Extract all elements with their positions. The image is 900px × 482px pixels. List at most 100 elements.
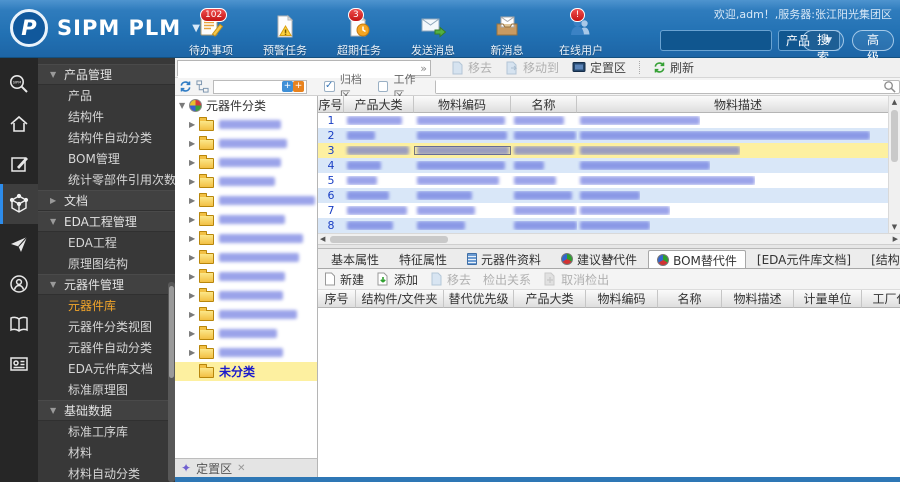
expand-arrow-icon[interactable]: ▶ (189, 177, 199, 186)
sidebar-item[interactable]: 产品 (38, 85, 175, 106)
tree-item[interactable]: ▶ (175, 324, 317, 343)
tree-search-input[interactable] (214, 81, 282, 92)
add-button[interactable]: 添加 (376, 271, 418, 288)
sidebar-item[interactable]: 标准工序库 (38, 421, 175, 442)
strip-book-icon[interactable] (0, 304, 38, 344)
tree-item[interactable]: ▶ (175, 343, 317, 362)
column-header[interactable]: 工厂代码 (862, 290, 900, 308)
strip-structure-icon[interactable] (0, 184, 38, 224)
expand-arrow-icon[interactable]: ▶ (189, 215, 199, 224)
strip-support-icon[interactable] (0, 264, 38, 304)
sidebar-scrollbar-thumb[interactable] (169, 286, 174, 378)
tree-item[interactable]: ▶ (175, 153, 317, 172)
table-row[interactable]: 7 (318, 203, 900, 218)
close-icon[interactable]: ✕ (237, 463, 245, 474)
expand-arrow-icon[interactable]: ▶ (189, 234, 199, 243)
expand-arrow-icon[interactable]: ▶ (189, 120, 199, 129)
sidebar-item[interactable]: ▼ 基础数据 (38, 400, 175, 421)
column-header[interactable]: 计量单位 (794, 290, 862, 308)
nav-item[interactable]: 发送消息 (404, 13, 462, 58)
sidebar-item[interactable]: EDA元件库文档 (38, 358, 175, 379)
table-row[interactable]: 8 (318, 218, 900, 233)
expand-arrow-icon[interactable]: ▶ (189, 196, 199, 205)
table-row[interactable]: 5 (318, 173, 900, 188)
nav-item[interactable]: 3 超期任务 (330, 8, 388, 58)
sidebar-item[interactable]: 元器件分类视图 (38, 316, 175, 337)
table-row[interactable]: 4 (318, 158, 900, 173)
column-header[interactable]: 序号 (318, 290, 356, 308)
collapse-tree-icon[interactable] (196, 80, 209, 93)
sidebar-item[interactable]: 材料 (38, 442, 175, 463)
nav-item[interactable]: 预警任务 (256, 13, 314, 58)
detail-tab[interactable]: [结构件] (862, 249, 900, 268)
sidebar-item[interactable]: 结构件自动分类 (38, 127, 175, 148)
archive-area-checkbox[interactable] (324, 80, 335, 92)
strip-send-icon[interactable] (0, 224, 38, 264)
sidebar-item[interactable]: 统计零部件引用次数 (38, 169, 175, 190)
column-header[interactable]: 替代优先级 (444, 290, 514, 308)
vertical-scrollbar[interactable]: ▲ ▼ (888, 96, 900, 233)
expand-arrow-icon[interactable]: ▶ (189, 329, 199, 338)
table-row[interactable]: 6 (318, 188, 900, 203)
strip-idcard-icon[interactable] (0, 344, 38, 384)
expand-arrow-icon[interactable]: ▶ (189, 253, 199, 262)
column-header[interactable]: 序号 (318, 96, 344, 113)
detail-tab[interactable]: 特征属性 (390, 249, 456, 268)
sidebar-item[interactable]: ▼ EDA工程管理 (38, 211, 175, 232)
tree-item[interactable]: ▶ (175, 267, 317, 286)
strip-sipm-search-icon[interactable]: SIPM (0, 64, 38, 104)
column-header[interactable]: 名称 (511, 96, 577, 113)
sidebar-scrollbar[interactable] (168, 282, 175, 482)
detail-tab[interactable]: 基本属性 (322, 249, 388, 268)
scroll-right-icon[interactable]: ▶ (893, 235, 898, 243)
sidebar-item[interactable]: 元器件库 (38, 295, 175, 316)
expand-arrow-icon[interactable]: ▶ (189, 348, 199, 357)
horizontal-scrollbar-thumb[interactable] (330, 236, 448, 243)
new-button[interactable]: 新建 (324, 271, 364, 288)
sidebar-item[interactable]: 材料自动分类 (38, 463, 175, 482)
tree-item[interactable]: ▶ (175, 134, 317, 153)
scroll-up-icon[interactable]: ▲ (889, 96, 900, 108)
pinned-area-footer[interactable]: ✦ 定置区 ✕ (175, 458, 318, 477)
grid-search-input[interactable] (436, 80, 883, 93)
detail-tab[interactable]: 元器件资料 (458, 249, 550, 268)
tree-refresh-icon[interactable] (179, 80, 192, 93)
locate-up-button[interactable]: + (293, 81, 304, 92)
expand-arrow-icon[interactable]: ▶ (189, 310, 199, 319)
sidebar-item[interactable]: 原理图结构 (38, 253, 175, 274)
vertical-scrollbar-thumb[interactable] (891, 110, 898, 162)
checkout-relation-button[interactable]: 检出关系 (483, 271, 531, 288)
app-logo[interactable]: P SIPM PLM ▼ (10, 9, 200, 47)
tree-item[interactable]: ▶ (175, 115, 317, 134)
nav-item[interactable]: ! 在线用户 (552, 8, 610, 58)
tree-item[interactable]: ▶ (175, 286, 317, 305)
tree-item[interactable]: ▶ (175, 172, 317, 191)
nav-item[interactable]: 102 待办事项 (182, 8, 240, 58)
tree-item[interactable]: 未分类 (175, 362, 317, 381)
search-icon[interactable] (883, 80, 896, 93)
sidebar-item[interactable]: 结构件 (38, 106, 175, 127)
scroll-down-icon[interactable]: ▼ (889, 221, 900, 233)
advanced-search-button[interactable]: 高级 (852, 30, 894, 64)
horizontal-scrollbar[interactable]: ◀ ▶ (318, 233, 900, 244)
sidebar-item[interactable]: EDA工程 (38, 232, 175, 253)
sidebar-item[interactable]: ▶ 文档 (38, 190, 175, 211)
column-header[interactable]: 产品大类 (514, 290, 586, 308)
column-header[interactable]: 物料编码 (414, 96, 511, 113)
expand-arrow-icon[interactable]: ▶ (189, 158, 199, 167)
locate-down-button[interactable]: + (282, 81, 293, 92)
sidebar-item[interactable]: ▼ 产品管理 (38, 64, 175, 85)
column-header[interactable]: 产品大类 (344, 96, 414, 113)
sidebar-item[interactable]: 标准原理图 (38, 379, 175, 400)
table-row[interactable]: 3 (318, 143, 900, 158)
tree-item[interactable]: ▶ (175, 210, 317, 229)
tree-item[interactable]: ▶ (175, 191, 317, 210)
sidebar-item[interactable]: 元器件自动分类 (38, 337, 175, 358)
column-header[interactable]: 物料描述 (577, 96, 900, 113)
tree-root[interactable]: ▼ 元器件分类 (175, 96, 317, 115)
expand-arrow-icon[interactable]: ▶ (189, 139, 199, 148)
expand-arrow-icon[interactable]: ▶ (189, 291, 199, 300)
tree-item[interactable]: ▶ (175, 229, 317, 248)
detail-tab[interactable]: BOM替代件 (648, 250, 746, 268)
column-header[interactable]: 结构件/文件夹 (356, 290, 444, 308)
